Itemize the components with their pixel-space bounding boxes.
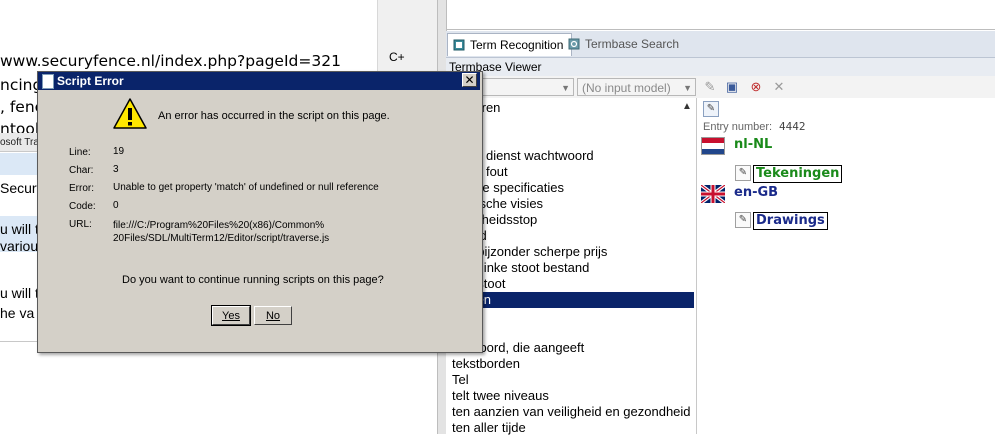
line-value: 19 [113, 146, 125, 157]
warning-icon [113, 98, 147, 129]
term-value[interactable]: Tekeningen [753, 165, 843, 183]
char-label: Char: [69, 165, 94, 176]
url-value: file:///C:/Program%20Files%20(x86)/Commo… [113, 220, 325, 231]
char-value: 3 [113, 164, 119, 175]
continue-question: Do you want to continue running scripts … [122, 274, 384, 286]
edit-icon[interactable]: ✎ [703, 101, 719, 117]
tab-term-recognition[interactable]: Term Recognition [447, 33, 573, 56]
segment-text[interactable]: u will t [0, 221, 39, 237]
document-icon [42, 74, 54, 89]
edit-term-icon[interactable]: ✎ [735, 165, 751, 181]
url-label: URL: [69, 219, 92, 230]
list-item[interactable]: tekstborden [452, 356, 520, 372]
no-button[interactable]: No [254, 306, 292, 325]
code-value: 0 [113, 200, 119, 211]
error-message: An error has occurred in the script on t… [158, 110, 390, 122]
language-name: nl-NL [734, 137, 773, 152]
scroll-up-icon[interactable]: ▲ [682, 101, 692, 112]
edit-entry-icon[interactable]: ✎ [702, 79, 718, 95]
url-value: 20Files/SDL/MultiTerm12/Editor/script/tr… [113, 233, 330, 244]
term-value[interactable]: Drawings [753, 212, 828, 230]
input-model-select[interactable]: (No input model) ▼ [577, 78, 696, 96]
list-item[interactable]: Tel [452, 372, 469, 388]
yes-button[interactable]: Yes [211, 305, 251, 326]
tab-label: Termbase Search [585, 37, 680, 51]
chevron-down-icon: ▼ [683, 83, 692, 93]
edit-term-icon[interactable]: ✎ [735, 212, 751, 228]
list-item[interactable]: telt twee niveaus [452, 388, 549, 404]
segment-status-label: C+ [389, 50, 405, 64]
tab-termbase-search[interactable]: Termbase Search [563, 33, 687, 55]
right-top-panel [446, 0, 995, 30]
termbase-search-icon [568, 38, 580, 50]
dialog-title: Script Error [57, 74, 124, 88]
entry-number-value: 4442 [779, 120, 806, 133]
input-model-select-value: (No input model) [582, 81, 671, 95]
chevron-down-icon: ▼ [561, 83, 570, 93]
termbase-viewer-header: Termbase Viewer [446, 58, 995, 76]
source-url-line[interactable]: www.securyfence.nl/index.php?pageId=321 [0, 52, 341, 70]
segment-text[interactable]: u will t [0, 285, 39, 301]
netherlands-flag-icon [701, 137, 725, 155]
term-recognition-icon [453, 39, 465, 51]
list-item[interactable]: ten aanzien van veiligheid en gezondheid [452, 404, 691, 420]
line-label: Line: [69, 147, 91, 158]
error-label: Error: [69, 183, 94, 194]
save-entry-icon[interactable]: ▣ [724, 79, 740, 95]
translation-memory-label: osoft Tra [0, 137, 39, 148]
delete-entry-icon[interactable]: ⊗ [748, 79, 764, 95]
source-text-line[interactable]: ncing [0, 76, 42, 94]
entry-number-label: Entry number: [703, 121, 773, 133]
close-entry-icon[interactable]: ✕ [771, 79, 787, 95]
tab-label: Term Recognition [470, 38, 564, 52]
united-kingdom-flag-icon [701, 185, 725, 203]
language-name: en-GB [734, 185, 779, 200]
error-value: Unable to get property 'match' of undefi… [113, 182, 379, 193]
segment-text[interactable]: variou [0, 238, 38, 254]
code-label: Code: [69, 201, 96, 212]
segment-text[interactable]: he va [0, 305, 34, 321]
close-button[interactable]: ✕ [462, 73, 477, 87]
